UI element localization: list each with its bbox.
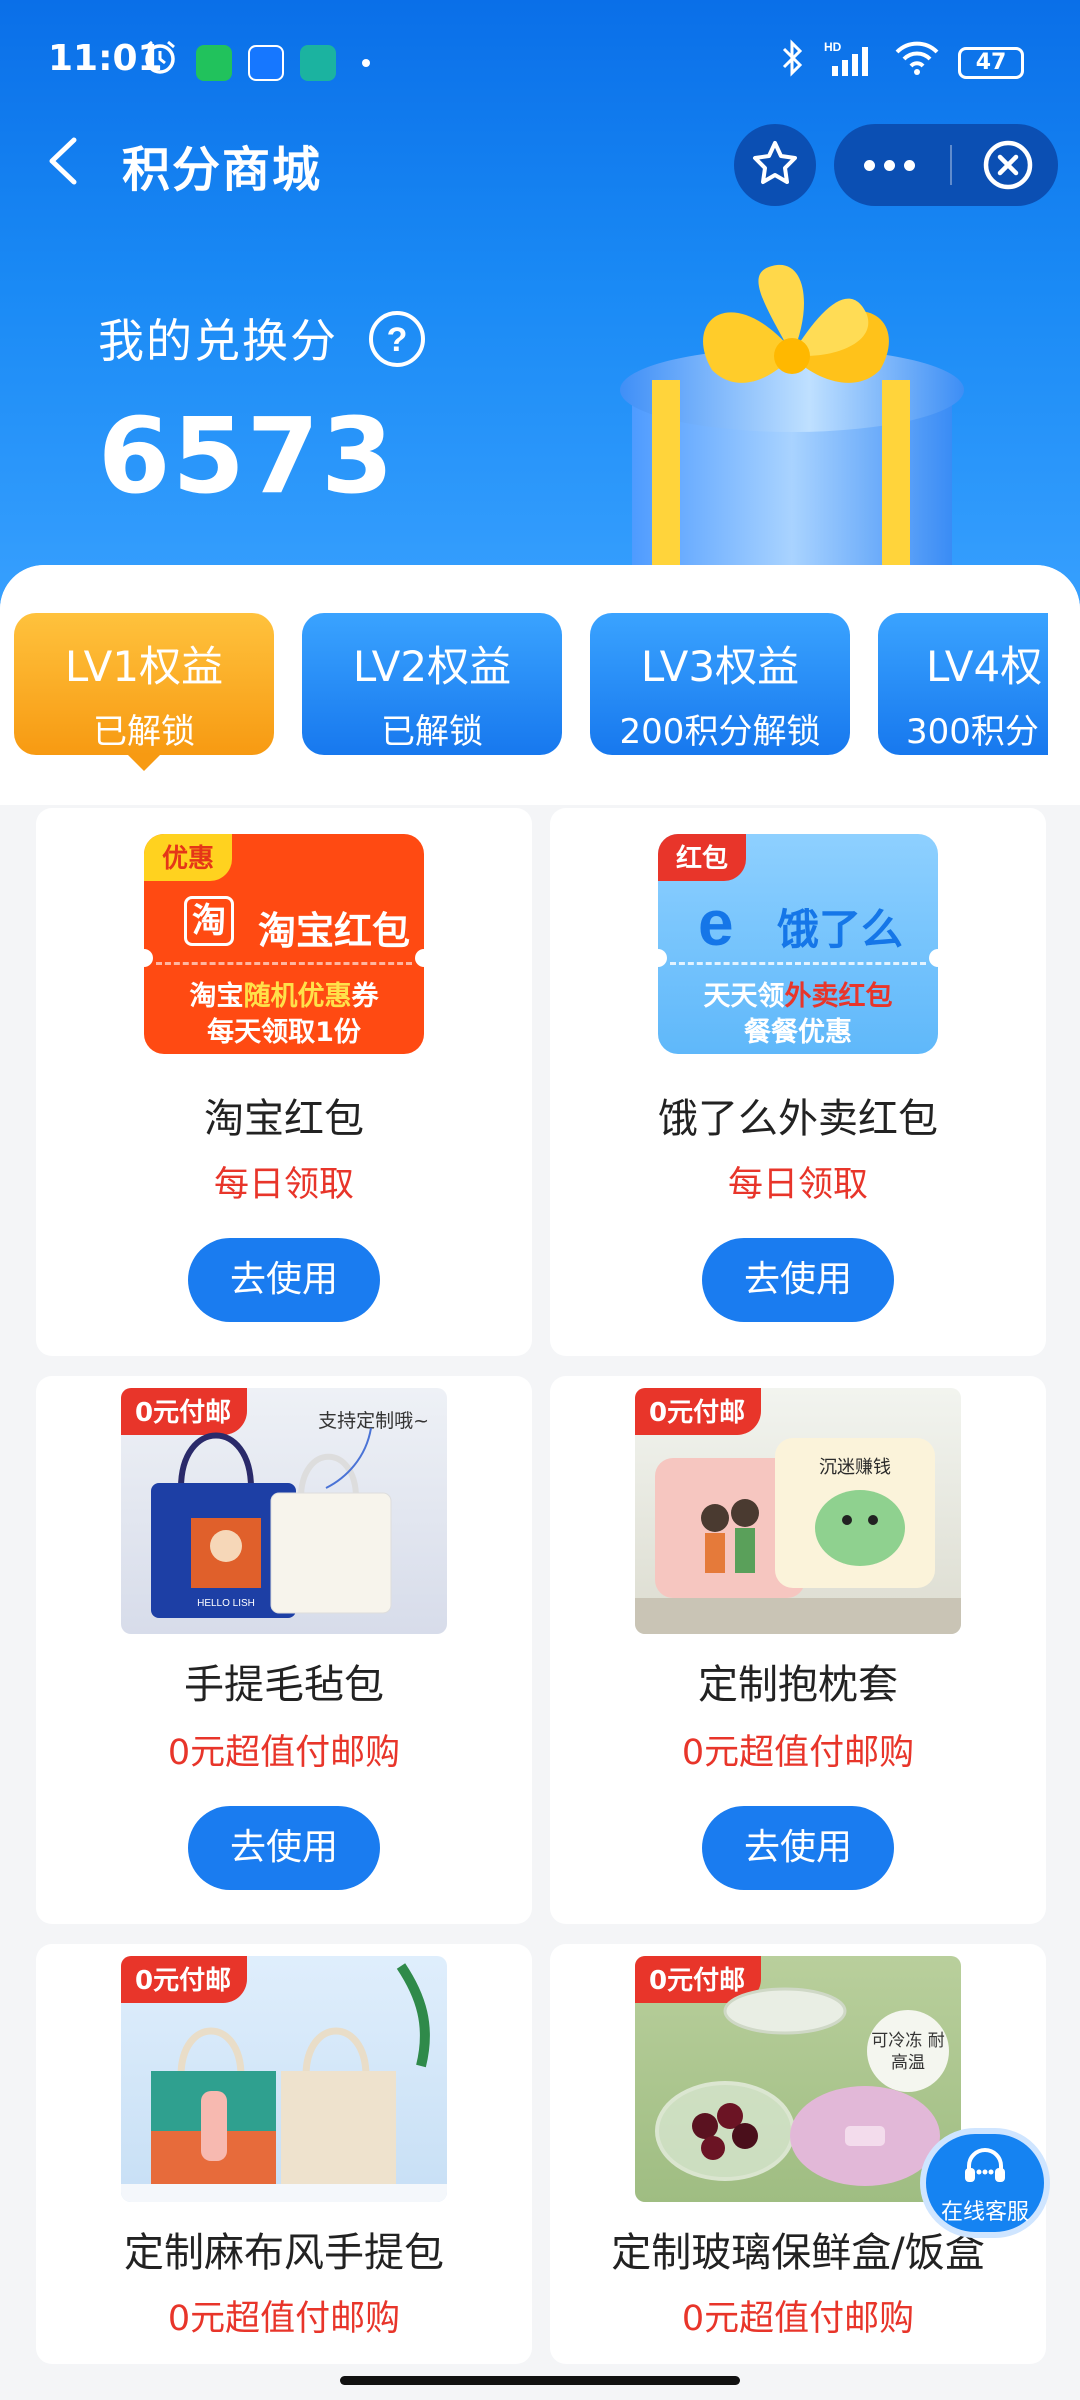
tab-title: LV2权益 (352, 642, 512, 691)
tab-lv4[interactable]: LV4权 300积分 (878, 613, 1048, 755)
product-card-pillow[interactable]: 0元付邮 沉迷赚钱 定制抱枕套 0元超值付邮购 去使用 (550, 1376, 1046, 1924)
tab-title: LV1权益 (64, 642, 224, 691)
product-subtitle: 每日领取 (213, 1165, 354, 1205)
page-title: 积分商城 (122, 142, 323, 198)
coupon-title: 饿了么 (776, 905, 903, 954)
home-app-icon (300, 44, 336, 81)
coupon-tag: 红包 (658, 834, 747, 881)
alarm-icon (140, 38, 180, 87)
product-title: 定制抱枕套 (698, 1662, 898, 1708)
battery-indicator: 47 (958, 46, 1024, 79)
active-tab-pointer (126, 753, 162, 771)
level-tabs: LV1权益 已解锁 LV2权益 已解锁 LV3权益 200积分解锁 LV4权 3… (0, 565, 1080, 805)
home-indicator (340, 2376, 740, 2385)
product-subtitle: 0元超值付邮购 (167, 1733, 401, 1773)
points-value: 6573 (98, 395, 396, 517)
coupon-line-1: 淘宝随机优惠券 (189, 981, 379, 1012)
product-subtitle: 0元超值付邮购 (167, 2299, 401, 2339)
customer-service-button[interactable]: 在线客服 (920, 2128, 1050, 2238)
coupon-notch (929, 949, 938, 967)
coupon-divider (156, 962, 412, 965)
product-subtitle: 0元超值付邮购 (681, 1733, 915, 1773)
notification-icons (140, 38, 370, 87)
status-bar: 11:01 HD 47 (0, 0, 1080, 95)
alipay-icon (248, 44, 284, 81)
bluetooth-icon (780, 38, 806, 87)
eleme-coupon-image: 红包 e 饿了么 天天领外卖红包 餐餐优惠 (658, 834, 938, 1054)
close-icon[interactable] (958, 124, 1058, 206)
coupon-line-2: 每天领取1份 (207, 1017, 361, 1048)
coupon-graphic: 红包 e 饿了么 天天领外卖红包 餐餐优惠 (658, 834, 938, 1054)
more-icon[interactable] (834, 124, 944, 206)
help-icon[interactable]: ? (368, 310, 426, 368)
miniapp-capsule (834, 124, 1058, 206)
coupon-divider (670, 962, 926, 965)
wifi-icon (894, 40, 940, 85)
taobao-coupon-image: 优惠 淘 淘宝红包 淘宝随机优惠券 每天领取1份 (144, 834, 424, 1054)
coupon-notch (415, 949, 424, 967)
product-title: 手提毛毡包 (184, 1662, 384, 1708)
product-card-linen-tote[interactable]: 0元付邮 定制麻布风手提包 0元超值付邮购 (36, 1944, 532, 2364)
tab-status: 已解锁 (93, 712, 195, 752)
product-title: 淘宝红包 (204, 1096, 364, 1142)
more-notifications-dot (362, 58, 370, 67)
product-card-eleme[interactable]: 红包 e 饿了么 天天领外卖红包 餐餐优惠 饿了么外卖红包 每日领取 去使用 (550, 808, 1046, 1356)
product-title: 饿了么外卖红包 (658, 1096, 938, 1142)
glass-box-image: 0元付邮 可冷冻 耐高温 (635, 1956, 961, 2202)
customer-service-label: 在线客服 (940, 2200, 1029, 2225)
wechat-icon (196, 44, 232, 81)
svg-text:?: ? (387, 321, 408, 359)
star-icon (750, 138, 800, 192)
tab-lv2[interactable]: LV2权益 已解锁 (302, 613, 562, 755)
points-label: 我的兑换分 (98, 314, 338, 368)
use-button[interactable]: 去使用 (188, 1806, 380, 1890)
coupon-line-2: 餐餐优惠 (744, 1017, 852, 1048)
use-button[interactable]: 去使用 (702, 1238, 894, 1322)
bag-print-text: HELLO LISH (197, 1598, 255, 1609)
use-button[interactable]: 去使用 (702, 1806, 894, 1890)
product-card-felt-bag[interactable]: 0元付邮 支持定制哦~ HELLO LISH 手提毛毡包 0元超值付邮购 去使用 (36, 1376, 532, 1924)
svg-text:HD: HD (824, 40, 842, 54)
tab-lv3[interactable]: LV3权益 200积分解锁 (590, 613, 850, 755)
tab-title: LV4权 (926, 642, 1043, 691)
use-button[interactable]: 去使用 (188, 1238, 380, 1322)
favorite-button[interactable] (734, 124, 816, 206)
product-card-taobao[interactable]: 优惠 淘 淘宝红包 淘宝随机优惠券 每天领取1份 淘宝红包 每日领取 去使用 (36, 808, 532, 1356)
product-subtitle: 0元超值付邮购 (681, 2299, 915, 2339)
capsule-divider (950, 145, 952, 185)
headset-icon (926, 2142, 1044, 2198)
system-icons: HD 47 (780, 38, 1024, 87)
tab-status: 200积分解锁 (619, 712, 821, 752)
tab-lv1[interactable]: LV1权益 已解锁 (14, 613, 274, 755)
signal-icon: HD (824, 38, 876, 87)
coupon-tag: 优惠 (144, 834, 233, 881)
product-subtitle: 每日领取 (727, 1165, 868, 1205)
product-title: 定制麻布风手提包 (124, 2230, 444, 2276)
linen-tote-image: 0元付邮 (121, 1956, 447, 2202)
tab-status: 300积分 (906, 712, 1039, 752)
coupon-notch (658, 949, 667, 967)
back-icon[interactable] (40, 134, 90, 188)
pillow-print-text: 沉迷赚钱 (819, 1457, 891, 1478)
coupon-line-1: 天天领外卖红包 (703, 981, 893, 1012)
tab-status: 已解锁 (381, 712, 483, 752)
felt-bag-image: 0元付邮 支持定制哦~ HELLO LISH (121, 1388, 447, 1634)
tab-title: LV3权益 (640, 642, 800, 691)
coupon-graphic: 优惠 淘 淘宝红包 淘宝随机优惠券 每天领取1份 (144, 834, 424, 1054)
nav-bar: 积分商城 (0, 110, 1080, 210)
coupon-title: 淘宝红包 (257, 909, 410, 953)
pillow-image: 0元付邮 沉迷赚钱 (635, 1388, 961, 1634)
coupon-notch (144, 949, 153, 967)
